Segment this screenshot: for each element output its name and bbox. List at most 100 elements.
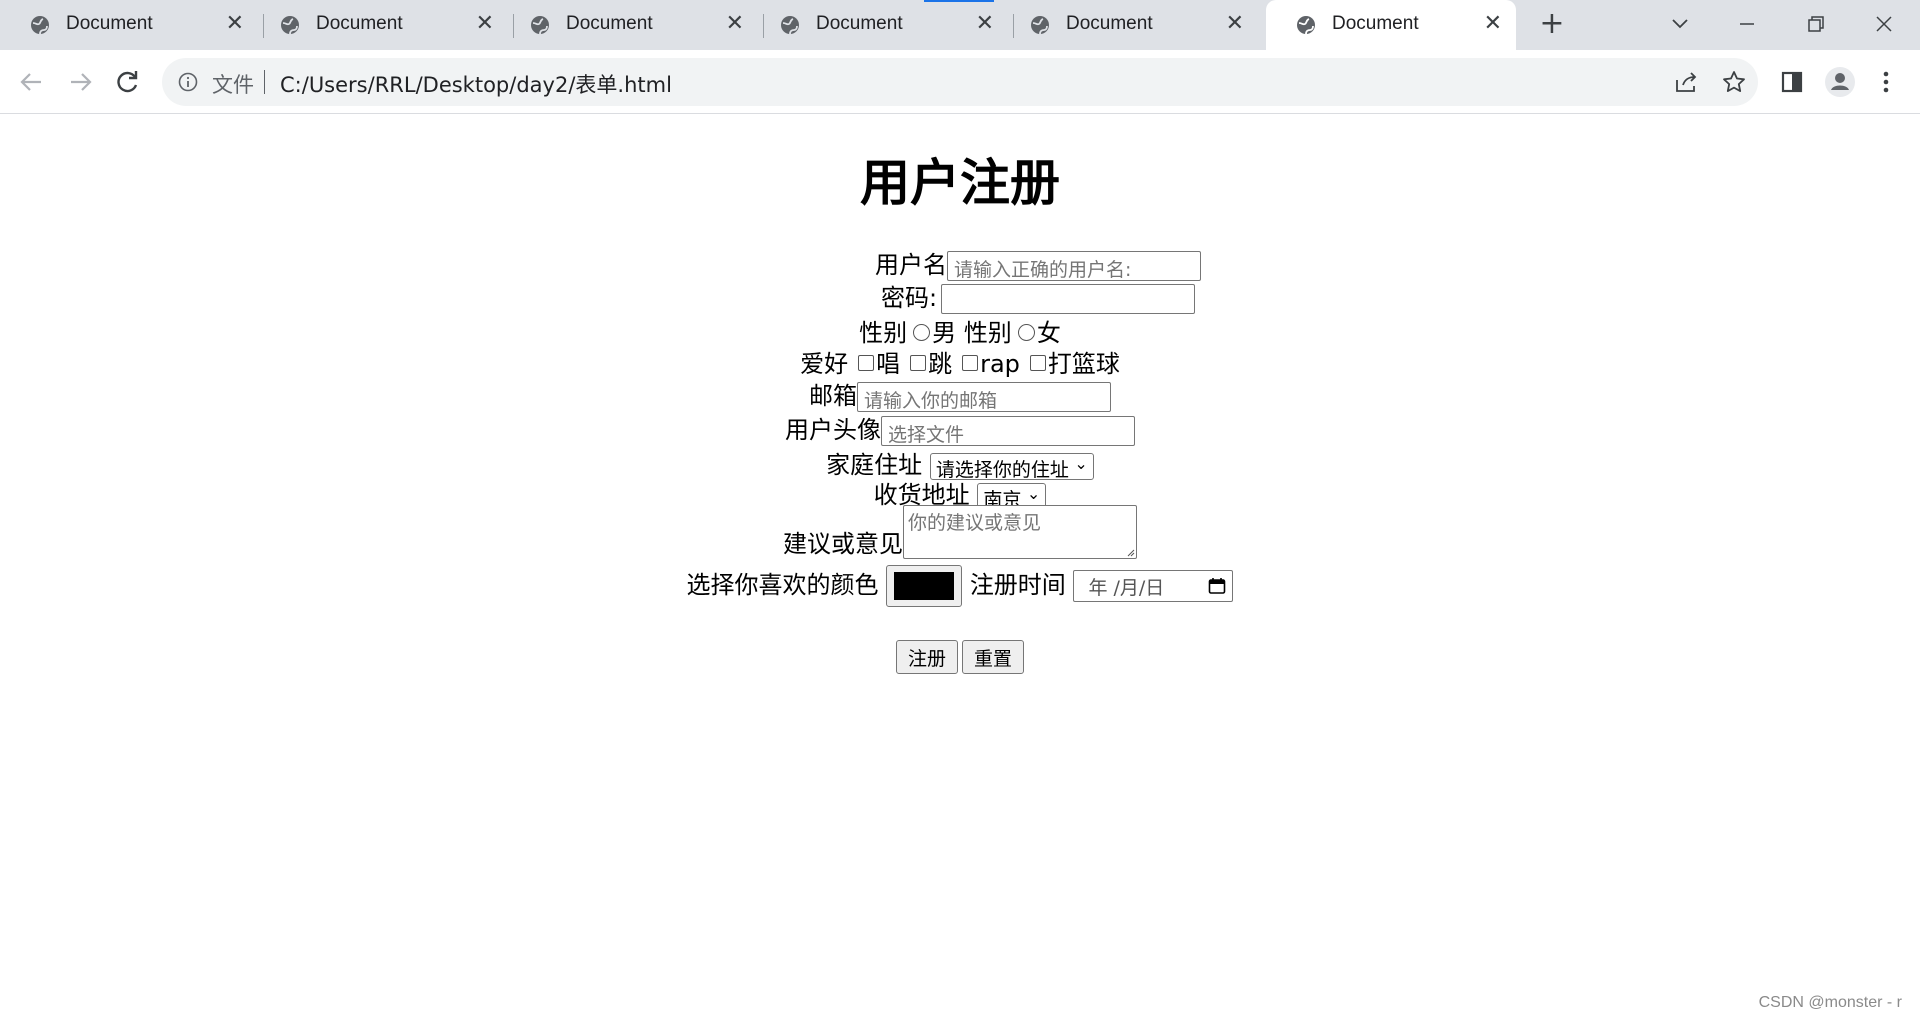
suggestion-textarea[interactable]: 你的建议或意见 bbox=[903, 505, 1137, 559]
side-panel-button[interactable] bbox=[1772, 62, 1812, 102]
gender-row: 性别男 性别女 bbox=[0, 313, 1920, 348]
username-row: 用户名 请输入正确的用户名: bbox=[0, 245, 1920, 281]
tab-search-button[interactable] bbox=[1658, 6, 1702, 42]
hobbies-row: 爱好唱跳 rap 打篮球 bbox=[0, 344, 1920, 379]
info-icon[interactable] bbox=[178, 72, 198, 92]
hobby-sing-checkbox[interactable] bbox=[858, 355, 875, 371]
address-url[interactable]: C:/Users/RRL/Desktop/day2/表单.html bbox=[280, 69, 672, 99]
browser-tab-2[interactable]: Document ✕ bbox=[250, 0, 508, 50]
tab-title: Document bbox=[566, 13, 653, 34]
avatar-row: 用户头像 选择文件 bbox=[0, 410, 1920, 446]
password-row: 密码: bbox=[0, 278, 1920, 314]
password-input[interactable] bbox=[941, 284, 1196, 314]
globe-icon bbox=[31, 16, 49, 35]
menu-button[interactable] bbox=[1866, 62, 1906, 102]
avatar-label: 用户头像 bbox=[785, 416, 881, 444]
gender-female-radio[interactable] bbox=[1017, 323, 1035, 341]
more-vert-icon bbox=[1883, 71, 1889, 93]
close-window-button[interactable] bbox=[1862, 6, 1906, 42]
reload-button[interactable] bbox=[108, 62, 148, 102]
color-picker[interactable] bbox=[886, 565, 963, 607]
resize-grip-icon[interactable] bbox=[1125, 547, 1135, 557]
reg-time-input[interactable]: 年 /月/日 bbox=[1073, 570, 1234, 602]
address-scheme-label: 文件 bbox=[212, 73, 254, 97]
gender-male-radio[interactable] bbox=[913, 323, 931, 341]
forward-button[interactable] bbox=[60, 62, 100, 102]
star-icon[interactable] bbox=[1720, 68, 1748, 96]
email-input[interactable]: 请输入你的邮箱 bbox=[857, 382, 1111, 412]
chevron-down-icon: ⌄ bbox=[1026, 483, 1041, 503]
chevron-down-icon bbox=[1672, 19, 1688, 29]
hobby-rap-label: rap bbox=[980, 350, 1020, 378]
chevron-down-icon: ⌄ bbox=[1074, 453, 1088, 473]
gender-male-label: 男 bbox=[932, 319, 957, 347]
gender-label: 性别 bbox=[859, 319, 908, 347]
reg-time-label: 注册时间 bbox=[969, 571, 1066, 599]
email-row: 邮箱 请输入你的邮箱 bbox=[0, 376, 1920, 412]
globe-icon bbox=[281, 16, 299, 35]
browser-tab-5[interactable]: Document ✕ bbox=[1000, 0, 1258, 50]
close-tab-icon[interactable]: ✕ bbox=[726, 11, 744, 37]
arrow-left-icon bbox=[20, 73, 41, 91]
calendar-icon[interactable] bbox=[1208, 577, 1226, 595]
globe-icon bbox=[1031, 16, 1049, 35]
color-date-row: 选择你喜欢的颜色 注册时间 年 /月/日 bbox=[0, 565, 1920, 607]
globe-icon bbox=[531, 16, 549, 35]
page-content: 用户注册 用户名 请输入正确的用户名: 密码: 性别男 性别女 爱好唱跳 rap 打篮… bbox=[0, 115, 1920, 1020]
restore-button[interactable] bbox=[1794, 6, 1838, 42]
browser-tab-3[interactable]: Document ✕ bbox=[500, 0, 758, 50]
profile-button[interactable] bbox=[1820, 62, 1860, 102]
suggestion-label: 建议或意见 bbox=[783, 530, 903, 558]
email-label: 邮箱 bbox=[809, 382, 857, 410]
hobby-basketball-label: 打篮球 bbox=[1047, 350, 1120, 378]
new-tab-button[interactable]: + bbox=[1534, 6, 1570, 42]
reload-icon bbox=[117, 71, 138, 93]
hobby-basketball-checkbox[interactable] bbox=[1029, 355, 1046, 371]
color-swatch bbox=[894, 572, 955, 600]
tab-title: Document bbox=[1332, 13, 1419, 34]
address-bar[interactable]: 文件 C:/Users/RRL/Desktop/day2/表单.html bbox=[162, 58, 1758, 106]
hobby-rap-checkbox[interactable] bbox=[962, 355, 979, 371]
browser-tab-4[interactable]: Document ✕ bbox=[750, 0, 1008, 50]
color-label: 选择你喜欢的颜色 bbox=[686, 571, 879, 599]
tab-title: Document bbox=[1066, 13, 1153, 34]
close-tab-icon[interactable]: ✕ bbox=[226, 11, 244, 37]
reg-time-placeholder: 年 /月/日 bbox=[1088, 577, 1165, 599]
browser-toolbar: 文件 C:/Users/RRL/Desktop/day2/表单.html bbox=[0, 50, 1920, 114]
back-button[interactable] bbox=[12, 62, 52, 102]
globe-icon bbox=[781, 16, 799, 35]
page-title: 用户注册 bbox=[860, 154, 1060, 212]
browser-tab-6-active[interactable]: Document ✕ bbox=[1266, 0, 1516, 50]
close-tab-icon[interactable]: ✕ bbox=[1484, 11, 1502, 37]
tab-title: Document bbox=[316, 13, 403, 34]
restore-icon bbox=[1808, 16, 1824, 32]
submit-button[interactable]: 注册 bbox=[895, 640, 958, 674]
hobby-dance-checkbox[interactable] bbox=[910, 355, 927, 371]
tab-strip: Document ✕ Document ✕ Document ✕ Documen… bbox=[0, 0, 1920, 50]
username-input[interactable]: 请输入正确的用户名: bbox=[947, 251, 1201, 281]
close-icon bbox=[1876, 16, 1892, 32]
minimize-icon bbox=[1740, 23, 1754, 25]
password-label: 密码: bbox=[880, 284, 938, 312]
browser-tab-1[interactable]: Document ✕ bbox=[0, 0, 258, 50]
suggestion-row: 建议或意见你的建议或意见 bbox=[0, 505, 1920, 559]
avatar-file-input[interactable]: 选择文件 bbox=[881, 416, 1135, 446]
minimize-button[interactable] bbox=[1725, 6, 1769, 42]
form-buttons-row: 注册 重置 bbox=[0, 640, 1920, 674]
tab-title: Document bbox=[816, 13, 903, 34]
close-tab-icon[interactable]: ✕ bbox=[976, 11, 994, 37]
avatar-icon bbox=[1825, 67, 1855, 97]
hobby-dance-label: 跳 bbox=[928, 350, 953, 378]
watermark: CSDN @monster - r bbox=[1758, 994, 1902, 1011]
gender-label-2: 性别 bbox=[963, 319, 1012, 347]
close-tab-icon[interactable]: ✕ bbox=[1226, 11, 1244, 37]
globe-icon bbox=[1297, 16, 1315, 35]
side-panel-icon bbox=[1781, 71, 1803, 93]
reset-button[interactable]: 重置 bbox=[962, 640, 1025, 674]
arrow-right-icon bbox=[71, 73, 92, 91]
hobbies-label: 爱好 bbox=[800, 350, 849, 378]
close-tab-icon[interactable]: ✕ bbox=[476, 11, 494, 37]
share-icon[interactable] bbox=[1672, 68, 1700, 96]
tab-title: Document bbox=[66, 13, 153, 34]
gender-female-label: 女 bbox=[1036, 319, 1061, 347]
